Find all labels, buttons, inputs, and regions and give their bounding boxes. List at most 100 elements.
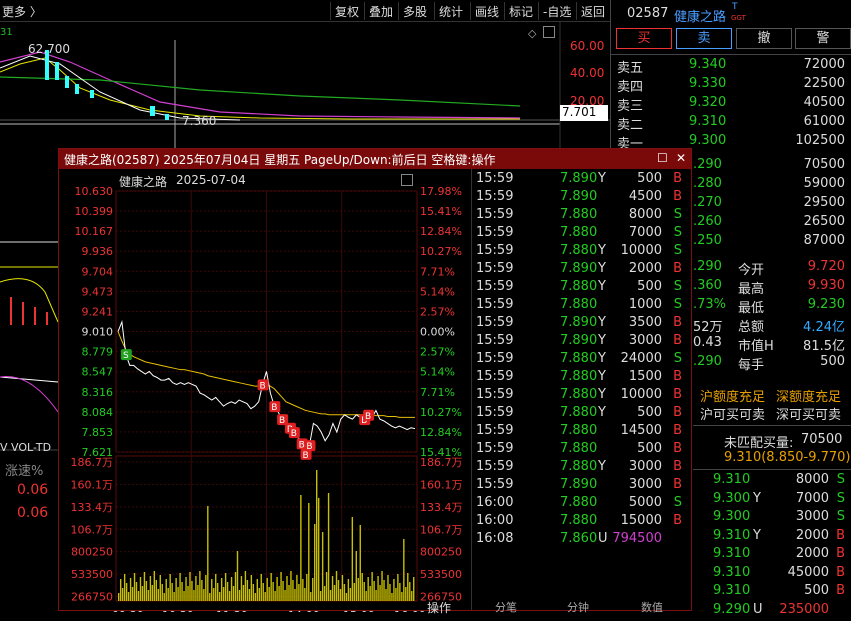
tick-volume: 500 bbox=[804, 583, 829, 598]
tick-volume: 3000 bbox=[628, 333, 662, 348]
tick-row: 15:59 7.880 1000 S bbox=[472, 297, 692, 315]
vol-tick-label: 533500 bbox=[71, 568, 113, 581]
volume-bar bbox=[123, 574, 126, 601]
operation-button[interactable]: 操作 bbox=[427, 599, 451, 616]
chart-date: 2025-07-04 bbox=[176, 173, 246, 187]
tick-time: 15:59 bbox=[476, 261, 514, 276]
stat-left-value: .360 bbox=[693, 278, 722, 293]
volume-bar bbox=[349, 588, 352, 601]
alert-button[interactable]: 警 bbox=[795, 28, 851, 49]
tick-time: 15:59 bbox=[476, 171, 514, 186]
restore-icon[interactable] bbox=[401, 174, 413, 186]
diamond-icon[interactable]: ◇ bbox=[528, 27, 536, 40]
volume-bar bbox=[365, 591, 367, 601]
volume-bar bbox=[329, 590, 332, 601]
stat-value: 81.5亿 bbox=[803, 339, 845, 354]
more-menu[interactable]: 更多 〉 bbox=[2, 3, 42, 20]
tick-volume: 500 bbox=[637, 441, 662, 456]
vol-tick-label: 106.7万 bbox=[71, 523, 114, 536]
ask-price: 9.320 bbox=[689, 95, 727, 110]
speed-label: 涨速% bbox=[5, 464, 44, 479]
tick-flag: Y bbox=[753, 490, 761, 506]
buy-button[interactable]: 买 bbox=[616, 28, 672, 49]
signal-letter: B bbox=[302, 451, 308, 461]
back-button[interactable]: 返回 bbox=[576, 2, 609, 20]
volume-bar bbox=[347, 579, 350, 601]
volume-bar bbox=[319, 591, 322, 601]
bid-volume: 70500 bbox=[803, 157, 845, 172]
candle bbox=[55, 62, 59, 80]
volume-bar bbox=[280, 572, 282, 601]
volume-bar bbox=[155, 580, 158, 601]
tab-values[interactable]: 数值 bbox=[641, 599, 663, 615]
price-tick-label: 9.473 bbox=[82, 285, 114, 298]
stat-label: 市值H bbox=[738, 339, 774, 354]
volume-bar bbox=[272, 582, 274, 601]
tick-time: 15:59 bbox=[476, 297, 514, 312]
volume-bar bbox=[355, 551, 357, 601]
volume-bar bbox=[403, 539, 405, 601]
fuquan-button[interactable]: 复权 bbox=[330, 2, 363, 20]
volume-bar bbox=[213, 588, 215, 601]
tick-time: 15:59 bbox=[476, 351, 514, 366]
low-label: 7.360 bbox=[182, 114, 217, 128]
stat-value: 4.24亿 bbox=[803, 320, 845, 335]
vol-tick-label: 186.7万 bbox=[71, 456, 114, 469]
tick-side: S bbox=[673, 351, 682, 366]
volume-bar bbox=[371, 572, 373, 601]
tick-price: 7.860 bbox=[560, 531, 598, 546]
tick-time: 15:59 bbox=[476, 477, 514, 492]
overlay-button[interactable]: 叠加 bbox=[364, 2, 397, 20]
multi-stock-button[interactable]: 多股 bbox=[398, 2, 431, 20]
tick-side: B bbox=[673, 189, 682, 204]
tick-price: 7.880 bbox=[560, 279, 598, 294]
volume-bar bbox=[248, 589, 251, 601]
popup-title: 健康之路(02587) 2025年07月04日 星期五 PageUp/Down:… bbox=[64, 153, 496, 167]
tick-side: B bbox=[673, 261, 682, 276]
close-icon[interactable]: ✕ bbox=[676, 151, 686, 165]
tick-side: S bbox=[673, 207, 682, 222]
tick-price: 7.890 bbox=[560, 477, 598, 492]
volume-bar bbox=[137, 591, 140, 601]
volume-bar bbox=[288, 585, 290, 601]
volume-bar bbox=[407, 573, 409, 601]
volume-bar bbox=[302, 579, 304, 601]
cancel-order-button[interactable]: 撤 bbox=[736, 28, 792, 49]
tick-side: B bbox=[673, 405, 682, 420]
draw-line-button[interactable]: 画线 bbox=[470, 2, 503, 20]
maximize-icon[interactable]: ☐ bbox=[657, 151, 668, 165]
tick-side: B bbox=[673, 423, 682, 438]
sell-button[interactable]: 卖 bbox=[676, 28, 732, 49]
volume-bar bbox=[238, 590, 241, 601]
pct-tick-label: 5.14% bbox=[420, 366, 455, 379]
tab-trades[interactable]: 分笔 bbox=[495, 599, 517, 615]
tick-row: 15:59 7.880 8000 S bbox=[472, 207, 692, 225]
tick-side: B bbox=[673, 333, 682, 348]
volume-bar bbox=[230, 577, 233, 601]
signal-letter: B bbox=[271, 403, 277, 413]
tick-price: 9.310 bbox=[713, 527, 751, 543]
ask-level-label: 卖四 bbox=[617, 80, 644, 95]
tick-row: 15:59 7.880 Y 500 S bbox=[472, 279, 692, 297]
mark-button[interactable]: 标记 bbox=[504, 2, 537, 20]
tick-time: 15:59 bbox=[476, 387, 514, 402]
ask-price: 9.340 bbox=[689, 57, 727, 72]
tick-volume: 7000 bbox=[628, 225, 662, 240]
tick-time: 15:59 bbox=[476, 369, 514, 384]
tick-price: 7.880 bbox=[560, 441, 598, 456]
stats-button[interactable]: 统计 bbox=[434, 2, 467, 20]
ggt-badge: GGT bbox=[731, 14, 746, 22]
tick-price: 9.300 bbox=[713, 490, 751, 506]
stock-name: 健康之路 bbox=[674, 10, 727, 25]
tick-volume: 235000 bbox=[779, 601, 829, 617]
tab-minute[interactable]: 分钟 bbox=[567, 599, 589, 615]
volume-bar bbox=[413, 577, 415, 601]
volume-bar bbox=[224, 573, 227, 601]
tick-time: 15:59 bbox=[476, 189, 514, 204]
tick-price: 9.300 bbox=[713, 509, 751, 524]
volume-bar bbox=[165, 579, 167, 601]
stat-left-value: .290 bbox=[693, 354, 722, 369]
self-select-button[interactable]: -自选 bbox=[538, 2, 575, 20]
pct-tick-label: 10.27% bbox=[420, 406, 462, 419]
restore-icon[interactable] bbox=[543, 26, 555, 38]
